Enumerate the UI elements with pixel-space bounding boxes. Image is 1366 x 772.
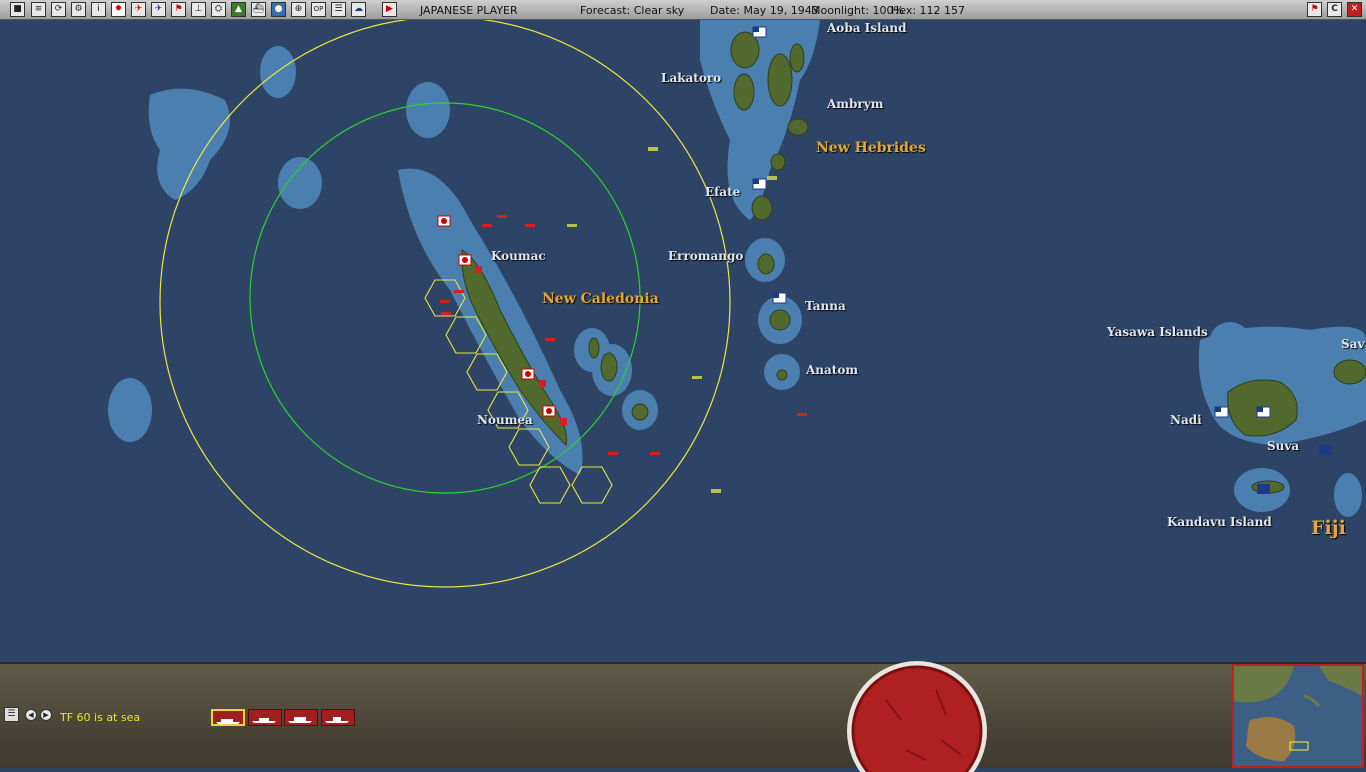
play-icon[interactable]: ▶ xyxy=(382,2,397,17)
place-kandavu[interactable]: Kandavu Island xyxy=(1167,515,1272,529)
place-efate[interactable]: Efate xyxy=(705,185,740,199)
next-icon[interactable]: ▶ xyxy=(40,709,52,721)
place-lakatoro[interactable]: Lakatoro xyxy=(661,71,721,85)
place-tanna[interactable]: Tanna xyxy=(805,299,846,313)
region-fiji: Fiji xyxy=(1311,517,1346,539)
aircraft-icon[interactable]: ✈ xyxy=(131,2,146,17)
list-icon[interactable]: ☰ xyxy=(331,2,346,17)
place-noumea[interactable]: Noumea xyxy=(477,413,533,427)
place-nadi[interactable]: Nadi xyxy=(1170,413,1202,427)
place-aoba[interactable]: Aoba Island xyxy=(827,21,906,35)
region-new-caledonia: New Caledonia xyxy=(542,291,659,307)
moonlight-label: Moonlight: 100% xyxy=(811,4,904,17)
exit-button[interactable]: ✕ xyxy=(1347,2,1362,17)
ship-icon xyxy=(216,719,240,724)
task-force-icon[interactable]: ■ xyxy=(10,2,25,17)
region-new-hebrides: New Hebrides xyxy=(816,140,926,156)
ship-button-2[interactable] xyxy=(248,709,282,726)
airbase-icon[interactable]: ⊥ xyxy=(191,2,206,17)
player-label: JAPANESE PLAYER xyxy=(420,4,518,17)
bases-icon[interactable]: ⛭ xyxy=(211,2,226,17)
japan-flag-icon[interactable]: ✹ xyxy=(111,2,126,17)
ship-button-4[interactable] xyxy=(321,709,355,726)
status-message: TF 60 is at sea xyxy=(60,711,141,724)
place-savu[interactable]: Sav xyxy=(1341,337,1364,351)
options-icon[interactable]: ⚙ xyxy=(71,2,86,17)
ship-button-3[interactable] xyxy=(284,709,318,726)
place-erromango[interactable]: Erromango xyxy=(668,249,743,263)
bottom-panel: ☰ ◀ ▶ TF 60 is at sea xyxy=(0,661,1366,772)
map-canvas xyxy=(108,20,1366,588)
place-koumac[interactable]: Koumac xyxy=(491,249,546,263)
ship-icon xyxy=(325,717,349,723)
info-icon[interactable]: i xyxy=(91,2,106,17)
minimap[interactable] xyxy=(1232,664,1364,768)
bookmark-icon[interactable]: ⚑ xyxy=(1307,2,1322,17)
place-suva[interactable]: Suva xyxy=(1267,439,1299,453)
weather-icon[interactable]: ☁ xyxy=(351,2,366,17)
ops-icon[interactable]: OP xyxy=(311,2,326,17)
date-label: Date: May 19, 1943 xyxy=(710,4,819,17)
prev-icon[interactable]: ◀ xyxy=(25,709,37,721)
ships-icon[interactable]: ⛴ xyxy=(251,2,266,17)
forecast-label: Forecast: Clear sky xyxy=(580,4,685,17)
ship-icon xyxy=(288,717,312,723)
flag-icon[interactable]: ⚑ xyxy=(171,2,186,17)
place-anatom[interactable]: Anatom xyxy=(806,363,858,377)
zoom-icon[interactable]: ⊕ xyxy=(291,2,306,17)
place-ambrym[interactable]: Ambrym xyxy=(827,97,883,111)
japan-seal-emblem xyxy=(846,660,988,772)
top-toolbar: ■ ≡ ⟳ ⚙ i ✹ ✈ ✈ ⚑ ⊥ ⛭ ▲ ⛴ ● ⊕ OP ☰ ☁ ▶ J… xyxy=(0,0,1366,20)
reports-icon[interactable]: ≡ xyxy=(31,2,46,17)
tf-list-icon[interactable]: ☰ xyxy=(4,707,19,722)
strategic-map[interactable]: Aoba Island Lakatoro Ambrym Efate Koumac… xyxy=(0,20,1366,662)
place-yasawa[interactable]: Yasawa Islands xyxy=(1107,325,1208,339)
ship-icon xyxy=(252,718,276,723)
ship-button-1[interactable] xyxy=(211,709,245,726)
globe-icon[interactable]: ● xyxy=(271,2,286,17)
land-icon[interactable]: ▲ xyxy=(231,2,246,17)
hex-label: Hex: 112 157 xyxy=(891,4,966,17)
close-c-button[interactable]: C xyxy=(1327,2,1342,17)
fighter-icon[interactable]: ✈ xyxy=(151,2,166,17)
replay-icon[interactable]: ⟳ xyxy=(51,2,66,17)
minimap-canvas xyxy=(1234,666,1362,766)
